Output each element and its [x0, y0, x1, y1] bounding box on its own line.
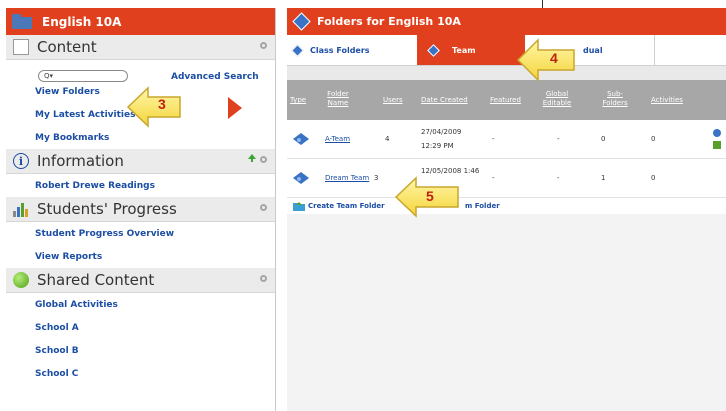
advanced-search-link[interactable]: Advanced Search	[171, 72, 259, 82]
col-sub-folders[interactable]: Sub-Folders	[601, 90, 629, 108]
table-row[interactable]: Dream Team 3 12/05/2008 1:46 - - 1 0	[287, 159, 726, 198]
folder-diamond-icon	[291, 43, 304, 57]
tab-team[interactable]: Team	[417, 35, 525, 65]
col-activities[interactable]: Activities	[651, 96, 683, 105]
section-shared[interactable]: Shared Content	[6, 268, 275, 293]
toolbar-spacer	[287, 66, 726, 80]
folder-icon	[12, 14, 34, 29]
course-sidebar: English 10A Content View Folders My Late…	[6, 8, 276, 411]
create-folder-link[interactable]: m Folder	[465, 202, 500, 210]
folders-title: Folders for English 10A	[317, 15, 461, 28]
callout-5-number: 5	[426, 188, 434, 204]
red-arrow-icon	[228, 97, 242, 119]
callout-4-arrow-icon	[516, 38, 575, 82]
col-folder-name[interactable]: Folder Name	[325, 90, 351, 108]
section-progress-label: Students' Progress	[37, 200, 177, 218]
col-global-editable[interactable]: Global Editable	[542, 90, 572, 108]
gear-icon[interactable]	[260, 156, 267, 163]
section-information[interactable]: i Information	[6, 149, 275, 174]
info-icon: i	[13, 153, 29, 169]
gear-icon[interactable]	[260, 204, 267, 211]
school-b-link[interactable]: School B	[6, 339, 275, 362]
col-featured[interactable]: Featured	[490, 96, 521, 105]
section-content[interactable]: Content	[6, 35, 275, 60]
table-header: Type Folder Name Users Date Created Feat…	[287, 80, 726, 120]
section-content-label: Content	[37, 38, 97, 56]
callout-4-number: 4	[550, 50, 558, 66]
global-activities-link[interactable]: Global Activities	[6, 293, 275, 316]
bookmarks-link[interactable]: My Bookmarks	[6, 126, 275, 149]
school-c-link[interactable]: School C	[6, 362, 275, 385]
tab-class-folders[interactable]: Class Folders	[287, 35, 417, 65]
top-tick	[542, 0, 543, 8]
search-input[interactable]: Q▾	[38, 70, 128, 82]
create-team-folder-link[interactable]: Create Team Folder	[308, 202, 385, 210]
create-folder-row: Create Team Folder m Folder	[287, 198, 726, 214]
folder-diamond-icon	[292, 12, 311, 31]
school-a-link[interactable]: School A	[6, 316, 275, 339]
folders-header: Folders for English 10A	[287, 8, 726, 35]
table-row[interactable]: A-Team 4 27/04/2009 12:29 PM - - 0 0	[287, 120, 726, 159]
section-progress[interactable]: Students' Progress	[6, 197, 275, 222]
course-header: English 10A	[6, 8, 275, 35]
team-folder-icon	[293, 133, 309, 145]
callout-3-arrow-icon	[126, 86, 181, 128]
folders-panel: Folders for English 10A Class Folders Te…	[287, 8, 726, 411]
folder-link[interactable]: Dream Team	[325, 174, 369, 182]
edit-icon[interactable]	[712, 128, 722, 150]
col-users[interactable]: Users	[383, 96, 403, 105]
section-shared-label: Shared Content	[37, 271, 155, 289]
section-information-label: Information	[37, 152, 124, 170]
callout-3-number: 3	[158, 96, 166, 112]
add-green-icon[interactable]	[247, 153, 257, 163]
readings-link[interactable]: Robert Drewe Readings	[6, 174, 275, 197]
folder-tabs: Class Folders Team dual	[287, 35, 726, 66]
progress-overview-link[interactable]: Student Progress Overview	[6, 222, 275, 245]
folder-diamond-icon	[427, 43, 440, 57]
globe-icon	[13, 272, 29, 288]
document-icon	[13, 39, 29, 55]
col-date-created[interactable]: Date Created	[421, 96, 468, 105]
chart-icon	[13, 201, 29, 217]
view-reports-link[interactable]: View Reports	[6, 245, 275, 268]
col-type[interactable]: Type	[290, 96, 306, 105]
create-folder-icon	[293, 202, 305, 211]
course-title: English 10A	[42, 14, 122, 29]
gear-icon[interactable]	[260, 42, 267, 49]
gear-icon[interactable]	[260, 275, 267, 282]
team-folder-icon	[293, 172, 309, 184]
folder-link[interactable]: A-Team	[325, 135, 350, 143]
